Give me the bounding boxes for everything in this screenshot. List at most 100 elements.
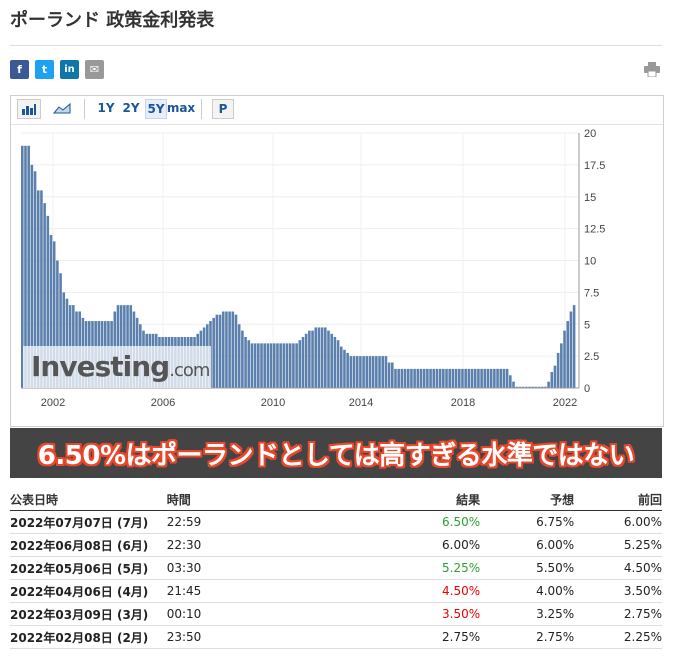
forecast-value: 2.75% — [480, 625, 575, 649]
x-tick-label: 2014 — [349, 397, 373, 409]
previous-value: 2.75% — [574, 602, 662, 626]
x-tick-label: 2018 — [451, 397, 475, 409]
rate-bar — [486, 368, 490, 388]
rate-bar — [512, 381, 515, 388]
twitter-share-button[interactable]: t — [35, 60, 54, 79]
forecast-value: 6.00% — [480, 533, 575, 557]
rate-bar — [212, 317, 215, 388]
rate-bar — [282, 343, 286, 388]
previous-value: 6.00% — [574, 510, 662, 534]
rate-bar — [276, 343, 279, 388]
rate-bar — [253, 343, 257, 388]
rate-bar — [429, 368, 432, 388]
rate-bar — [333, 337, 337, 388]
forecast-value: 4.00% — [480, 579, 575, 603]
actual-value: 6.00% — [292, 533, 481, 557]
release-time: 22:30 — [166, 533, 293, 557]
forecast-value: 3.25% — [480, 602, 575, 626]
facebook-share-button[interactable]: f — [10, 60, 29, 79]
rate-bar — [381, 356, 385, 388]
rate-bar — [464, 368, 467, 388]
table-header-row: 公表日時 時間 結果 予想 前回 — [10, 488, 662, 511]
rate-bar — [355, 356, 359, 388]
rate-bar — [260, 343, 263, 388]
rate-bar — [397, 368, 400, 388]
rate-bar — [215, 314, 219, 388]
rate-bar — [550, 372, 554, 388]
investing-watermark: Investing.com — [31, 350, 210, 383]
rate-bar — [566, 321, 570, 388]
rate-bar — [359, 356, 362, 388]
y-tick-label: 7.5 — [584, 287, 599, 299]
rate-bar — [362, 356, 365, 388]
rate-bar — [298, 340, 302, 388]
rate-bar — [371, 356, 375, 388]
actual-value: 6.50% — [292, 510, 481, 534]
rate-bar — [403, 368, 407, 388]
rate-bar — [218, 314, 222, 388]
previous-value: 2.25% — [574, 625, 662, 649]
rate-bar — [502, 368, 506, 388]
x-tick-label: 2022 — [553, 397, 577, 409]
rate-bar — [375, 356, 378, 388]
rate-bar — [572, 305, 576, 388]
linkedin-share-button[interactable]: in — [60, 60, 79, 79]
rate-bar — [336, 340, 340, 388]
rate-bar — [560, 343, 563, 388]
col-previous-header: 前回 — [574, 488, 662, 511]
col-date-header: 公表日時 — [10, 488, 167, 511]
previous-value: 3.50% — [574, 579, 662, 603]
x-tick-label: 2010 — [261, 397, 285, 409]
rate-bar — [288, 343, 292, 388]
x-tick-label: 2002 — [41, 397, 65, 409]
table-row: 2022年04月06日 (4月) 21:45 4.50% 4.00% 3.50% — [10, 579, 662, 603]
rate-bar — [410, 368, 413, 388]
rate-bar — [480, 368, 483, 388]
rate-bar — [311, 330, 314, 388]
release-time: 21:45 — [166, 579, 293, 603]
rate-bar — [279, 343, 282, 388]
rate-bar — [320, 327, 324, 388]
rate-bar — [346, 352, 349, 388]
rate-bar — [422, 368, 426, 388]
rate-bar — [400, 368, 404, 388]
rate-bar — [416, 368, 420, 388]
rate-bar — [413, 368, 416, 388]
release-date: 2022年03月09日 (3月) — [10, 602, 167, 626]
rate-bar — [285, 343, 289, 388]
rate-bar — [237, 324, 241, 388]
rate-bar — [489, 368, 493, 388]
release-history-table: 公表日時 時間 結果 予想 前回 2022年07月07日 (7月) 22:59 … — [10, 488, 662, 649]
y-tick-label: 17.5 — [584, 160, 605, 172]
rate-bar — [365, 356, 369, 388]
release-time: 23:50 — [166, 625, 293, 649]
rate-bar — [432, 368, 436, 388]
rate-bar — [228, 311, 231, 388]
email-share-button[interactable]: ✉ — [85, 60, 104, 79]
rate-bar — [378, 356, 381, 388]
release-date: 2022年07月07日 (7月) — [10, 510, 167, 534]
rate-bar — [505, 368, 509, 388]
rate-bar — [387, 362, 391, 388]
rate-bar — [247, 340, 251, 388]
rate-bar — [234, 314, 238, 388]
release-time: 00:10 — [166, 602, 293, 626]
rate-bar — [349, 356, 353, 388]
actual-value: 5.25% — [292, 556, 481, 580]
rate-bar — [553, 365, 557, 388]
linkedin-icon: in — [64, 64, 75, 75]
facebook-icon: f — [17, 63, 22, 76]
rate-bar — [317, 327, 321, 388]
rate-bar — [221, 311, 225, 388]
actual-value: 4.50% — [292, 579, 481, 603]
banner-text: 6.50%はポーランドとしては高すぎる水準ではない — [37, 440, 635, 471]
release-date: 2022年05月06日 (5月) — [10, 556, 167, 580]
actual-value: 3.50% — [292, 602, 481, 626]
rate-bar — [368, 356, 372, 388]
rate-bar — [499, 368, 503, 388]
actual-value: 2.75% — [292, 625, 481, 649]
page-title: ポーランド 政策金利発表 — [10, 10, 215, 31]
rate-bar — [272, 343, 276, 388]
print-icon[interactable] — [644, 62, 660, 77]
previous-value: 5.25% — [574, 533, 662, 557]
